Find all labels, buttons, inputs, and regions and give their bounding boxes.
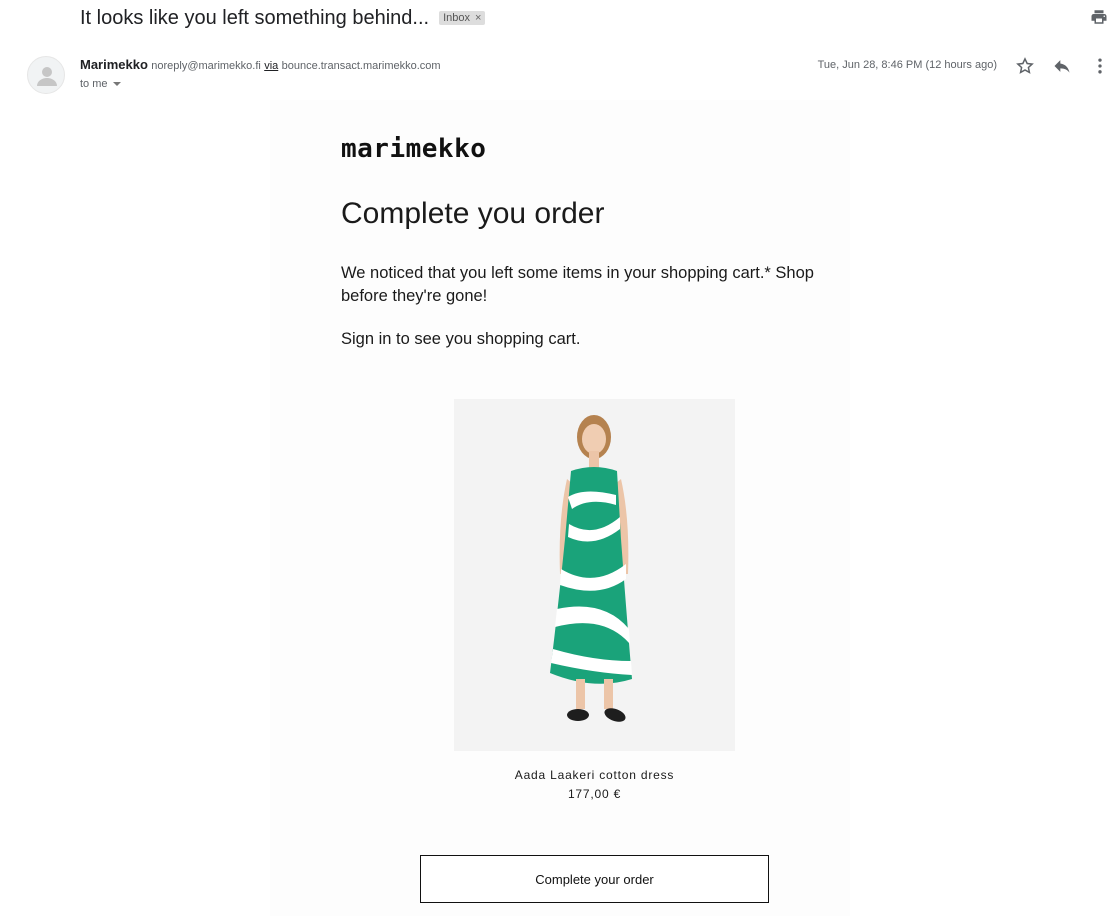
sender-avatar[interactable] (27, 56, 65, 94)
brand-logo[interactable]: marimekko (341, 134, 486, 164)
via-link[interactable]: via (264, 60, 278, 72)
chevron-down-icon[interactable] (112, 82, 121, 86)
inbox-label-text: Inbox (443, 12, 471, 24)
via-domain: bounce.transact.marimekko.com (281, 60, 441, 72)
product-price: 177,00 € (567, 787, 622, 801)
product-name[interactable]: Aada Laakeri cotton dress (454, 768, 735, 782)
print-icon[interactable] (1090, 8, 1108, 26)
email-headline: Complete you order (341, 197, 605, 230)
person-icon (37, 67, 57, 86)
complete-order-label: Complete your order (535, 871, 654, 887)
dress-model-illustration (454, 399, 735, 751)
more-vertical-icon[interactable] (1090, 56, 1110, 76)
sender-email: noreply@marimekko.fi (151, 60, 261, 72)
sender-line: Marimekko noreply@marimekko.fi via bounc… (80, 57, 441, 72)
subject-row: It looks like you left something behind.… (80, 4, 486, 32)
sender-name[interactable]: Marimekko (80, 57, 148, 72)
intro-paragraph: We noticed that you left some items in y… (341, 264, 814, 305)
inbox-label-chip[interactable]: Inbox × (439, 11, 486, 25)
complete-order-button[interactable]: Complete your order (420, 855, 769, 903)
email-subject: It looks like you left something behind.… (80, 6, 430, 29)
product-image[interactable] (454, 399, 735, 751)
recipient-text: to me (80, 78, 108, 90)
recipient-line[interactable]: to me (80, 78, 121, 90)
email-date: Tue, Jun 28, 8:46 PM (12 hours ago) (817, 59, 997, 71)
sign-in-paragraph: Sign in to see you shopping cart. (341, 330, 581, 348)
remove-label-icon[interactable]: × (475, 12, 481, 24)
star-icon[interactable] (1015, 56, 1035, 76)
reply-icon[interactable] (1052, 56, 1072, 76)
